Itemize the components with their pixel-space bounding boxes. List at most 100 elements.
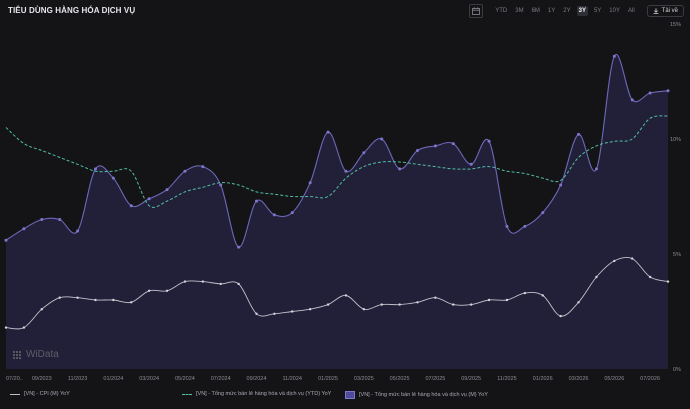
monthly-point [326, 130, 330, 134]
monthly-point [290, 211, 294, 215]
monthly-point [398, 167, 402, 171]
monthly-point [93, 167, 97, 171]
monthly-point [469, 162, 473, 166]
cpi-point [326, 303, 330, 306]
x-tick-label: 03/2026 [569, 376, 589, 382]
legend-swatch-monthly [345, 391, 355, 399]
cpi-point [523, 291, 527, 295]
x-tick-label: 01/2024 [103, 376, 123, 382]
cpi-point [255, 312, 258, 315]
watermark: WiData [12, 349, 59, 360]
watermark-text: WiData [26, 349, 59, 360]
chart-plot: 0% 5% 10% 15% 07/20.. 09/2023 11/2023 01/2024 03… [4, 22, 681, 382]
x-tick-label: 11/2025 [497, 376, 516, 382]
x-tick-label: 01/2025 [318, 376, 338, 382]
x-tick-label: 11/2023 [68, 376, 87, 382]
monthly-point [523, 224, 527, 228]
monthly-point [254, 199, 258, 203]
monthly-point [630, 98, 634, 102]
monthly-point [380, 137, 384, 141]
legend-swatch-cpi [10, 393, 20, 395]
cpi-point [487, 298, 491, 302]
x-tick-label: 03/2024 [139, 376, 159, 382]
cpi-point [76, 296, 79, 299]
x-tick-label: 05/2026 [604, 376, 624, 382]
monthly-point [147, 197, 151, 201]
x-tick-label: 07/2024 [211, 376, 231, 382]
legend-item-ytd[interactable]: [VN] - Tổng mức bán lẻ hàng hóa và dịch … [182, 391, 331, 397]
cpi-point [541, 294, 544, 297]
cpi-point [308, 308, 312, 311]
cpi-point [577, 301, 580, 304]
cpi-point [112, 298, 115, 302]
monthly-point [666, 89, 670, 93]
monthly-point [308, 181, 312, 185]
x-tick-label: 03/2025 [354, 376, 374, 382]
cpi-point [666, 280, 670, 283]
legend-label-ytd: [VN] - Tổng mức bán lẻ hàng hóa và dịch … [196, 391, 332, 397]
x-tick-label: 07/20.. [6, 376, 23, 382]
cpi-point [22, 326, 26, 329]
cpi-point [40, 308, 43, 311]
monthly-point [505, 224, 509, 228]
cpi-point [559, 314, 562, 318]
monthly-point [22, 227, 26, 231]
cpi-point [648, 275, 652, 279]
cpi-point [94, 298, 97, 302]
legend-item-monthly[interactable]: [VN] - Tổng mức bán lẻ hàng hóa và dịch … [345, 391, 488, 399]
chart-legend: [VN] - CPI (M) YoY [VN] - Tổng mức bán l… [0, 391, 690, 403]
cpi-point [398, 303, 401, 306]
x-tick-label: 05/2025 [390, 376, 410, 382]
x-tick-label: 09/2025 [461, 376, 481, 382]
monthly-point [111, 176, 115, 180]
monthly-point [165, 188, 169, 192]
legend-label-monthly: [VN] - Tổng mức bán lẻ hàng hóa và dịch … [359, 392, 488, 398]
cpi-point [613, 259, 616, 263]
x-tick-label: 07/2025 [425, 376, 445, 382]
y-tick-label: 5% [673, 252, 681, 258]
cpi-point [452, 303, 455, 306]
cpi-point [273, 312, 276, 315]
monthly-point [129, 204, 133, 208]
monthly-point [487, 139, 491, 143]
cpi-point [631, 257, 634, 260]
monthly-point [272, 213, 276, 217]
monthly-point [594, 167, 598, 171]
monthly-point [40, 218, 44, 221]
cpi-point [201, 280, 205, 283]
cpi-point [219, 282, 222, 286]
cpi-point [362, 308, 366, 311]
monthly-area-fill [6, 54, 668, 369]
y-tick-label: 15% [670, 22, 681, 28]
cpi-point [380, 303, 383, 306]
monthly-point [201, 165, 205, 169]
cpi-point [291, 310, 294, 313]
cpi-point [237, 282, 240, 286]
x-tick-label: 09/2024 [247, 376, 267, 382]
cpi-point [344, 294, 348, 297]
cpi-point [147, 289, 151, 292]
y-tick-label: 10% [670, 137, 681, 143]
cpi-point [434, 296, 437, 299]
monthly-point [577, 132, 581, 136]
monthly-point [4, 238, 8, 242]
legend-item-cpi[interactable]: [VN] - CPI (M) YoY [10, 391, 70, 397]
monthly-point [183, 169, 187, 173]
monthly-point [237, 245, 241, 249]
x-tick-label: 09/2023 [32, 376, 52, 382]
monthly-point [416, 149, 420, 152]
monthly-point [362, 151, 366, 155]
cpi-point [469, 303, 473, 306]
cpi-point [505, 298, 509, 302]
monthly-point [76, 229, 80, 233]
cpi-point [416, 301, 419, 304]
monthly-point [612, 54, 616, 58]
widata-logo-icon [12, 350, 22, 359]
cpi-point [165, 289, 169, 292]
x-tick-label: 01/2026 [533, 376, 553, 382]
y-tick-label: 0% [673, 367, 681, 373]
x-tick-label: 07/2026 [640, 376, 660, 382]
x-tick-label: 05/2024 [175, 376, 195, 382]
monthly-point [58, 218, 62, 221]
monthly-point [541, 211, 545, 215]
